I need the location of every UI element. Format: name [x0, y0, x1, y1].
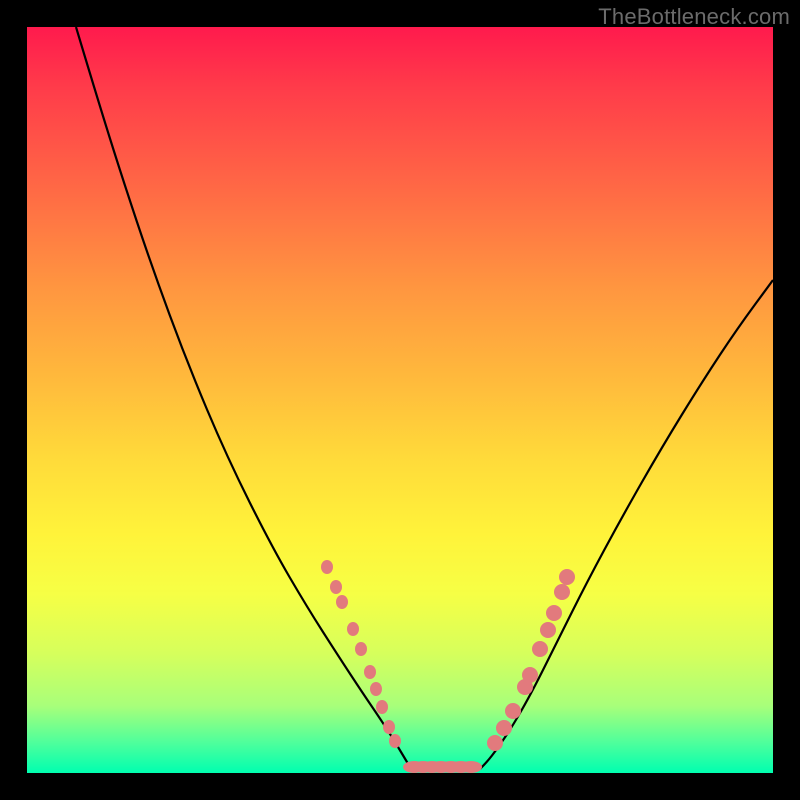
data-point: [355, 642, 367, 656]
data-point: [370, 682, 382, 696]
data-point: [347, 622, 359, 636]
data-point: [487, 735, 503, 751]
data-point: [554, 584, 570, 600]
data-point: [389, 734, 401, 748]
curve-right: [480, 280, 773, 769]
data-point: [376, 700, 388, 714]
watermark-text: TheBottleneck.com: [598, 4, 790, 30]
data-point: [505, 703, 521, 719]
data-point: [330, 580, 342, 594]
data-point: [532, 641, 548, 657]
curve-left: [76, 27, 411, 769]
data-point: [522, 667, 538, 683]
data-point: [460, 761, 482, 773]
data-point: [559, 569, 575, 585]
data-point: [364, 665, 376, 679]
data-markers: [321, 560, 575, 773]
data-point: [336, 595, 348, 609]
data-point: [546, 605, 562, 621]
data-point: [321, 560, 333, 574]
chart-svg: [27, 27, 773, 773]
data-point: [383, 720, 395, 734]
data-point: [496, 720, 512, 736]
data-point: [540, 622, 556, 638]
